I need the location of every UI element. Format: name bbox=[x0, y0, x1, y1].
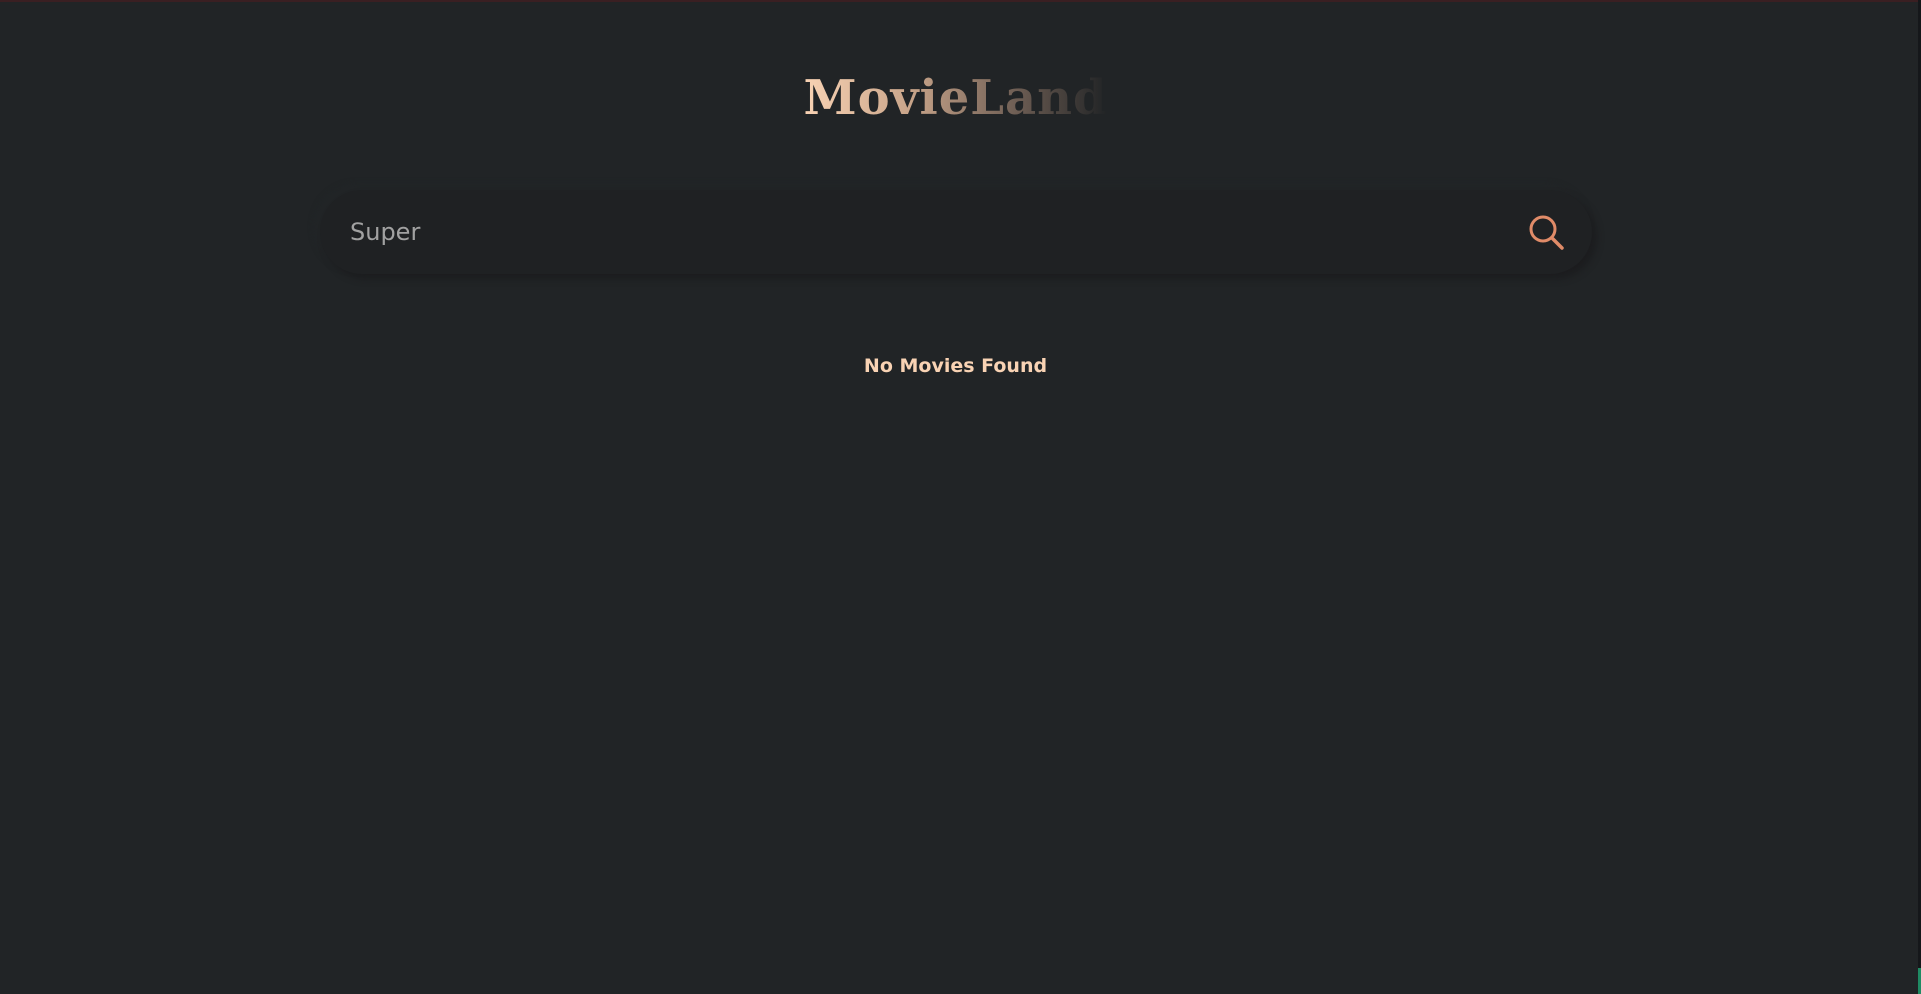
search-icon[interactable] bbox=[1526, 212, 1566, 252]
search-input[interactable] bbox=[350, 190, 1510, 274]
app-title-text: MovieLand bbox=[803, 70, 1108, 126]
app-title: MovieLand bbox=[0, 68, 1911, 128]
no-results-message: No Movies Found bbox=[863, 355, 1048, 377]
search-bar bbox=[320, 190, 1592, 274]
app-container: MovieLand No Movies Found bbox=[0, 0, 1911, 994]
